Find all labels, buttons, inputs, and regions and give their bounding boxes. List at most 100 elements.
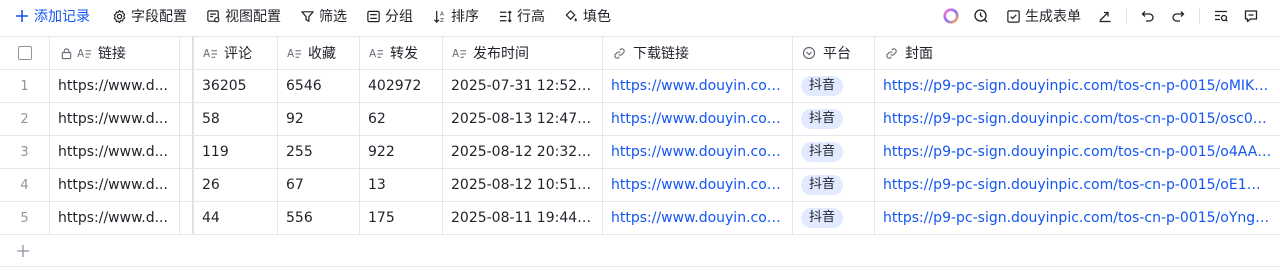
- cell-comments[interactable]: 36205: [194, 70, 278, 102]
- cell-comments-text: 44: [202, 210, 220, 226]
- column-header-link[interactable]: A 链接: [50, 37, 180, 69]
- download-link[interactable]: https://www.douyin.com...: [611, 144, 784, 160]
- cell-publish-time[interactable]: 2025-08-12 20:32:58: [443, 136, 603, 168]
- table-row[interactable]: 5 https://www.d... 44 556 175 2025-08-11…: [0, 202, 1280, 235]
- cell-favorites[interactable]: 92: [278, 103, 360, 135]
- cell-comments[interactable]: 119: [194, 136, 278, 168]
- group-button[interactable]: 分组: [356, 0, 422, 32]
- cell-forwards[interactable]: 402972: [360, 70, 443, 102]
- column-header-platform[interactable]: 平台: [793, 37, 875, 69]
- column-header-publish-time[interactable]: A 发布时间: [443, 37, 603, 69]
- row-index[interactable]: 4: [0, 169, 50, 201]
- field-config-button[interactable]: 字段配置: [102, 0, 196, 32]
- cell-favorites[interactable]: 556: [278, 202, 360, 234]
- cover-link[interactable]: https://p9-pc-sign.douyinpic.com/tos-cn-…: [883, 210, 1272, 226]
- filter-button[interactable]: 筛选: [290, 0, 356, 32]
- frozen-divider: [180, 103, 194, 135]
- cell-favorites[interactable]: 6546: [278, 70, 360, 102]
- cell-cover[interactable]: https://p9-pc-sign.douyinpic.com/tos-cn-…: [875, 70, 1280, 102]
- row-index[interactable]: 2: [0, 103, 50, 135]
- cell-comments[interactable]: 58: [194, 103, 278, 135]
- cell-link[interactable]: https://www.d...: [50, 169, 180, 201]
- cell-favorites[interactable]: 67: [278, 169, 360, 201]
- cover-link[interactable]: https://p9-pc-sign.douyinpic.com/tos-cn-…: [883, 177, 1272, 193]
- cell-forwards[interactable]: 175: [360, 202, 443, 234]
- cell-publish-time[interactable]: 2025-08-11 19:44:20: [443, 202, 603, 234]
- cell-comments[interactable]: 26: [194, 169, 278, 201]
- download-link[interactable]: https://www.douyin.com...: [611, 78, 784, 94]
- cell-link[interactable]: https://www.d...: [50, 103, 180, 135]
- view-config-button[interactable]: 视图配置: [196, 0, 290, 32]
- download-link[interactable]: https://www.douyin.com...: [611, 111, 784, 127]
- column-header-cover[interactable]: 封面: [875, 37, 1280, 69]
- sort-button[interactable]: AZ 排序: [422, 0, 488, 32]
- cell-platform[interactable]: 抖音: [793, 70, 875, 102]
- column-header-forwards[interactable]: A 转发: [360, 37, 443, 69]
- comment-icon[interactable]: [1236, 0, 1266, 32]
- cell-link[interactable]: https://www.d...: [50, 70, 180, 102]
- cell-comments[interactable]: 44: [194, 202, 278, 234]
- row-height-label: 行高: [517, 9, 545, 25]
- row-index[interactable]: 3: [0, 136, 50, 168]
- fill-color-button[interactable]: 填色: [554, 0, 620, 32]
- cell-publish-time[interactable]: 2025-07-31 12:52:29: [443, 70, 603, 102]
- cell-cover[interactable]: https://p9-pc-sign.douyinpic.com/tos-cn-…: [875, 202, 1280, 234]
- cell-link[interactable]: https://www.d...: [50, 202, 180, 234]
- cell-publish-time[interactable]: 2025-08-12 10:51:44: [443, 169, 603, 201]
- select-all-checkbox[interactable]: [17, 46, 32, 60]
- cell-forwards[interactable]: 13: [360, 169, 443, 201]
- generate-form-button[interactable]: 生成表单: [996, 0, 1090, 32]
- sort-label: 排序: [451, 9, 479, 25]
- cell-platform[interactable]: 抖音: [793, 202, 875, 234]
- cell-download-link[interactable]: https://www.douyin.com...: [603, 103, 793, 135]
- cell-link[interactable]: https://www.d...: [50, 136, 180, 168]
- cell-platform[interactable]: 抖音: [793, 136, 875, 168]
- ai-assistant-icon[interactable]: [936, 0, 966, 32]
- cell-forwards[interactable]: 62: [360, 103, 443, 135]
- cover-link[interactable]: https://p9-pc-sign.douyinpic.com/tos-cn-…: [883, 111, 1272, 127]
- share-icon[interactable]: [1090, 0, 1120, 32]
- add-row-button[interactable]: [0, 235, 1280, 267]
- frozen-divider[interactable]: [180, 37, 194, 69]
- table-row[interactable]: 4 https://www.d... 26 67 13 2025-08-12 1…: [0, 169, 1280, 202]
- cell-favorites[interactable]: 255: [278, 136, 360, 168]
- cell-platform[interactable]: 抖音: [793, 169, 875, 201]
- cell-download-link[interactable]: https://www.douyin.com...: [603, 70, 793, 102]
- cell-forwards[interactable]: 922: [360, 136, 443, 168]
- search-records-icon[interactable]: [1206, 0, 1236, 32]
- cell-publish-time[interactable]: 2025-08-13 12:47:29: [443, 103, 603, 135]
- cell-download-link[interactable]: https://www.douyin.com...: [603, 202, 793, 234]
- add-record-button[interactable]: 添加记录: [0, 0, 102, 32]
- row-index[interactable]: 5: [0, 202, 50, 234]
- row-index-label: 4: [20, 177, 29, 193]
- row-height-button[interactable]: 行高: [488, 0, 554, 32]
- redo-icon[interactable]: [1163, 0, 1193, 32]
- svg-text:A: A: [77, 49, 84, 60]
- column-header-comments-label: 评论: [224, 46, 252, 62]
- table-row[interactable]: 1 https://www.d... 36205 6546 402972 202…: [0, 70, 1280, 103]
- download-link[interactable]: https://www.douyin.com...: [611, 177, 784, 193]
- cell-download-link[interactable]: https://www.douyin.com...: [603, 169, 793, 201]
- column-header-comments[interactable]: A 评论: [194, 37, 278, 69]
- column-header-favorites[interactable]: A 收藏: [278, 37, 360, 69]
- automation-icon[interactable]: [966, 0, 996, 32]
- cell-platform[interactable]: 抖音: [793, 103, 875, 135]
- cover-link[interactable]: https://p9-pc-sign.douyinpic.com/tos-cn-…: [883, 144, 1272, 160]
- svg-text:A: A: [452, 49, 459, 60]
- cover-link[interactable]: https://p9-pc-sign.douyinpic.com/tos-cn-…: [883, 78, 1272, 94]
- cell-cover[interactable]: https://p9-pc-sign.douyinpic.com/tos-cn-…: [875, 169, 1280, 201]
- column-header-download-link[interactable]: 下载链接: [603, 37, 793, 69]
- cell-cover[interactable]: https://p9-pc-sign.douyinpic.com/tos-cn-…: [875, 136, 1280, 168]
- download-link[interactable]: https://www.douyin.com...: [611, 210, 784, 226]
- cell-cover[interactable]: https://p9-pc-sign.douyinpic.com/tos-cn-…: [875, 103, 1280, 135]
- table-row[interactable]: 3 https://www.d... 119 255 922 2025-08-1…: [0, 136, 1280, 169]
- cell-publish-time-text: 2025-08-13 12:47:29: [451, 111, 594, 127]
- cell-favorites-text: 67: [286, 177, 304, 193]
- row-index[interactable]: 1: [0, 70, 50, 102]
- undo-icon[interactable]: [1133, 0, 1163, 32]
- cell-download-link[interactable]: https://www.douyin.com...: [603, 136, 793, 168]
- toolbar-left: 添加记录 字段配置 视图配置 筛选 分组 A Z 排序 行高 填色: [0, 0, 620, 32]
- select-all-cell[interactable]: [0, 37, 50, 69]
- table-row[interactable]: 2 https://www.d... 58 92 62 2025-08-13 1…: [0, 103, 1280, 136]
- add-record-label: 添加记录: [34, 9, 90, 25]
